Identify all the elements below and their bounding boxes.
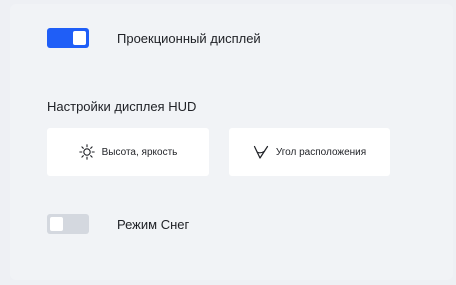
height-brightness-button[interactable]: Высота, яркость: [47, 128, 209, 176]
toggle-knob: [73, 31, 86, 45]
sun-brightness-icon: [78, 144, 95, 160]
snow-mode-row[interactable]: Режим Снег: [47, 213, 189, 235]
hud-settings-title: Настройки дисплея HUD: [47, 99, 197, 114]
toggle-knob: [50, 217, 63, 231]
snow-mode-toggle-switch[interactable]: [47, 214, 89, 234]
hud-toggle-switch[interactable]: [47, 28, 89, 48]
hud-toggle-row[interactable]: Проекционный дисплей: [47, 27, 261, 49]
position-angle-button[interactable]: Угол расположения: [229, 128, 390, 176]
hud-toggle-label: Проекционный дисплей: [117, 30, 261, 46]
snow-mode-label: Режим Снег: [117, 216, 190, 232]
angle-icon: [253, 144, 269, 160]
height-brightness-label: Высота, яркость: [101, 146, 178, 158]
position-angle-label: Угол расположения: [275, 146, 367, 158]
